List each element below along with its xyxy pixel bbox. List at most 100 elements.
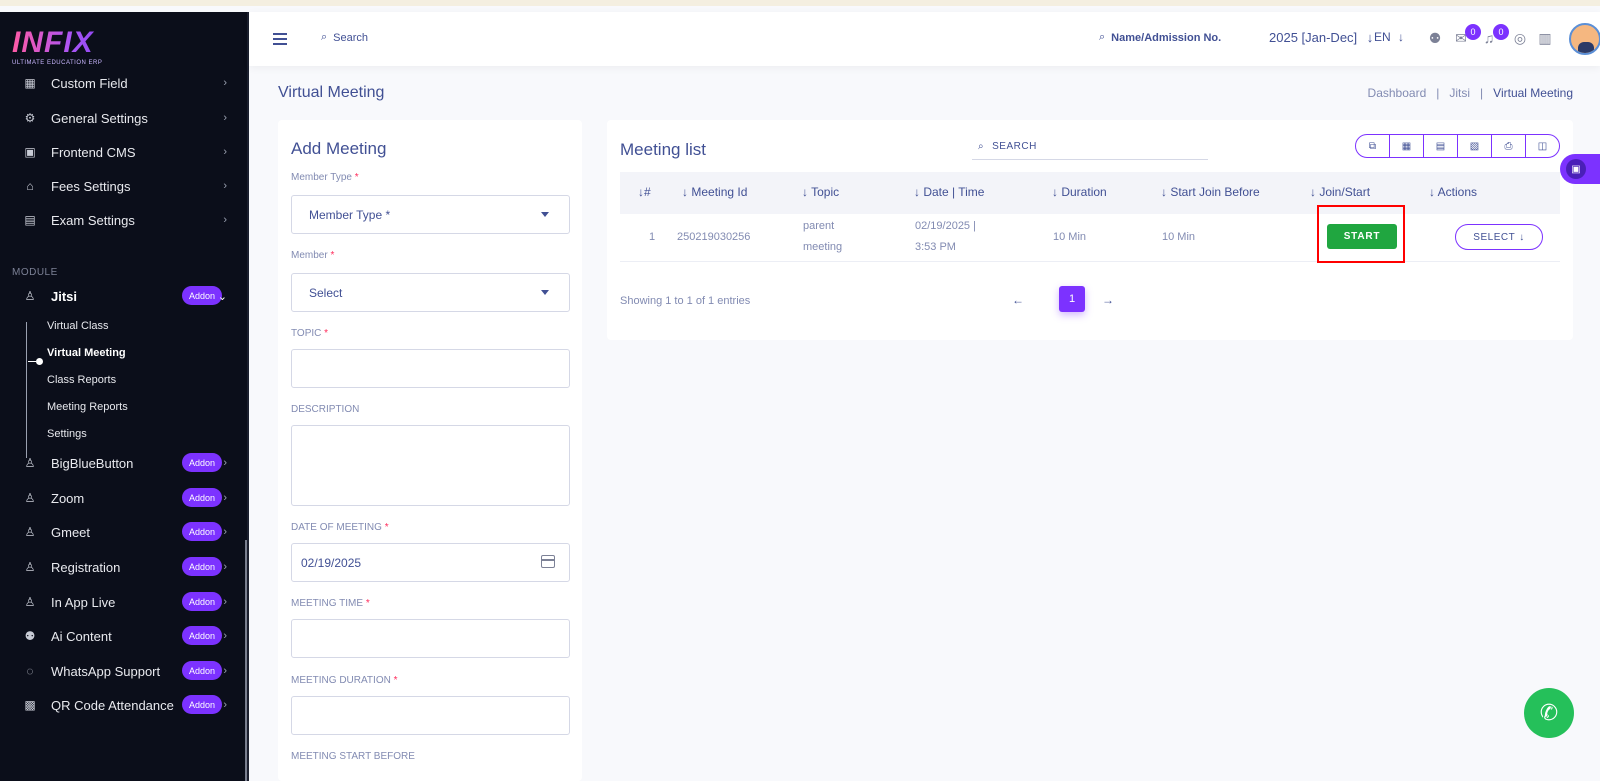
sidebar-item-custom-field[interactable]: ▦ Custom Field ›	[0, 68, 247, 98]
whatsapp-chat-button[interactable]: ✆	[1524, 688, 1574, 738]
list-search-input[interactable]: ⌕ SEARCH	[972, 133, 1208, 160]
column-header-actions[interactable]: ↓ Actions	[1429, 185, 1477, 199]
sidebar-item-jitsi[interactable]: ♙ Jitsi Addon ⌄	[0, 279, 247, 313]
member-select[interactable]: Select	[291, 273, 570, 312]
required-mark: *	[384, 522, 389, 533]
sidebar-item-fees-settings[interactable]: ⌂ Fees Settings ›	[0, 169, 247, 203]
chevron-right-icon: ›	[223, 665, 227, 677]
header-search-label: Search	[333, 31, 369, 44]
start-button[interactable]: START	[1327, 224, 1397, 249]
column-header-label: Duration	[1061, 185, 1107, 199]
cart-icon: ▣	[1566, 159, 1586, 179]
topic-input[interactable]	[291, 349, 570, 388]
globe-icon[interactable]: ◎	[1511, 29, 1529, 47]
columns-icon[interactable]: ◫	[1526, 135, 1559, 157]
column-header-date-time[interactable]: ↓ Date | Time	[914, 185, 984, 199]
floating-cart-button[interactable]: ▣	[1560, 154, 1600, 184]
column-header-duration[interactable]: ↓ Duration	[1052, 185, 1107, 199]
sidebar-item-registration[interactable]: ♙ Registration Addon ›	[0, 550, 247, 584]
robot-icon[interactable]: ⚉	[1426, 29, 1444, 47]
required-mark: *	[324, 328, 329, 339]
sidebar-item-ai-content[interactable]: ⚉ Ai Content Addon ›	[0, 619, 247, 653]
sidebar-item-whatsapp-support[interactable]: ◌ WhatsApp Support Addon ›	[0, 654, 247, 688]
submenu-virtual-meeting[interactable]: Virtual Meeting	[47, 347, 126, 359]
sidebar-item-frontend-cms[interactable]: ▣ Frontend CMS ›	[0, 135, 247, 169]
sidebar-item-label: In App Live	[51, 594, 116, 610]
sidebar-item-label: Custom Field	[51, 75, 128, 91]
academic-year-select[interactable]: 2025 [Jan-Dec] ↓	[1269, 30, 1373, 45]
pagination-page-1[interactable]: 1	[1059, 286, 1085, 312]
time-input[interactable]	[291, 619, 570, 658]
pdf-icon[interactable]: ▧	[1458, 135, 1492, 157]
module-section-label: MODULE	[12, 267, 58, 278]
column-header-label: Start Join Before	[1170, 185, 1260, 199]
date-input[interactable]: 02/19/2025	[291, 543, 570, 582]
avatar[interactable]	[1569, 23, 1600, 55]
column-header-label: Actions	[1437, 185, 1478, 199]
select-action-button[interactable]: SELECT ↓	[1455, 224, 1543, 250]
time-label: MEETING TIME *	[291, 598, 370, 609]
breadcrumb-jitsi[interactable]: Jitsi	[1449, 86, 1470, 100]
chart-icon[interactable]: ▥	[1536, 29, 1554, 47]
column-header-number[interactable]: ↓#	[638, 185, 651, 199]
topic-label: TOPIC *	[291, 328, 328, 339]
addon-badge: Addon	[182, 453, 222, 472]
sidebar-item-qr-code-attendance[interactable]: ▩ QR Code Attendance Addon ›	[0, 688, 247, 722]
page-title: Virtual Meeting	[278, 84, 385, 101]
user-icon: ♙	[24, 289, 36, 303]
add-meeting-panel: Add Meeting Member Type * Member Type * …	[278, 120, 582, 781]
search-icon: ⌕	[1099, 31, 1106, 43]
addon-badge: Addon	[182, 488, 222, 507]
submenu-meeting-reports[interactable]: Meeting Reports	[47, 401, 128, 413]
sidebar-item-gmeet[interactable]: ♙ Gmeet Addon ›	[0, 515, 247, 549]
description-label: DESCRIPTION	[291, 404, 360, 415]
column-header-topic[interactable]: ↓ Topic	[802, 185, 839, 199]
chevron-right-icon: ›	[223, 630, 227, 642]
chevron-right-icon: ›	[223, 526, 227, 538]
excel-icon[interactable]: ▦	[1390, 135, 1424, 157]
name-admission-search[interactable]: ⌕ Name/Admission No.	[1099, 31, 1221, 44]
member-value: Select	[309, 285, 343, 300]
pagination-prev-arrow[interactable]: ←	[1012, 293, 1024, 307]
description-textarea[interactable]	[291, 425, 570, 506]
sidebar-item-label: Jitsi	[51, 288, 78, 304]
calendar-icon[interactable]	[541, 555, 555, 568]
logo-word: INFIX	[12, 28, 122, 58]
caret-down-icon	[541, 212, 549, 217]
cell-topic-line1: parent	[803, 220, 835, 232]
user-icon: ♙	[24, 560, 36, 574]
column-header-meeting-id[interactable]: ↓ Meeting Id	[682, 185, 747, 199]
member-type-select[interactable]: Member Type *	[291, 195, 570, 234]
add-meeting-title: Add Meeting	[291, 139, 387, 158]
cell-date-line2: 3:53 PM	[915, 241, 956, 253]
sidebar-item-general-settings[interactable]: ⚙ General Settings ›	[0, 101, 247, 135]
chevron-right-icon: ›	[223, 77, 227, 89]
submenu-settings[interactable]: Settings	[47, 428, 87, 440]
breadcrumb-dashboard[interactable]: Dashboard	[1368, 86, 1427, 100]
required-mark: *	[330, 250, 335, 261]
submenu-virtual-class[interactable]: Virtual Class	[47, 320, 109, 332]
language-select[interactable]: EN ↓	[1374, 30, 1404, 44]
sidebar-item-exam-settings[interactable]: ▤ Exam Settings ›	[0, 203, 247, 237]
sidebar-item-zoom[interactable]: ♙ Zoom Addon ›	[0, 481, 247, 515]
sidebar-item-in-app-live[interactable]: ♙ In App Live Addon ›	[0, 585, 247, 619]
copy-icon[interactable]: ⧉	[1356, 135, 1390, 157]
column-header-join-start[interactable]: ↓ Join/Start	[1310, 185, 1370, 199]
print-icon[interactable]: ⎙	[1492, 135, 1526, 157]
sidebar: INFIX ULTIMATE EDUCATION ERP ▦ Custom Fi…	[0, 12, 249, 781]
menu-toggle-icon[interactable]	[273, 33, 287, 45]
column-header-start-join-before[interactable]: ↓ Start Join Before	[1161, 185, 1260, 199]
breadcrumb-current: Virtual Meeting	[1493, 86, 1573, 100]
sidebar-scrollbar[interactable]	[245, 540, 247, 781]
duration-label: MEETING DURATION *	[291, 675, 398, 686]
academic-year-value: 2025 [Jan-Dec]	[1269, 30, 1358, 45]
chevron-right-icon: ›	[223, 180, 227, 192]
chevron-right-icon: ›	[223, 214, 227, 226]
pagination-next-arrow[interactable]: →	[1102, 293, 1114, 307]
search-icon: ⌕	[978, 140, 985, 152]
duration-input[interactable]	[291, 696, 570, 735]
submenu-class-reports[interactable]: Class Reports	[47, 374, 116, 386]
csv-icon[interactable]: ▤	[1424, 135, 1458, 157]
header-search[interactable]: ⌕ Search	[321, 31, 368, 44]
sidebar-item-bigbluebutton[interactable]: ♙ BigBlueButton Addon ›	[0, 446, 247, 480]
